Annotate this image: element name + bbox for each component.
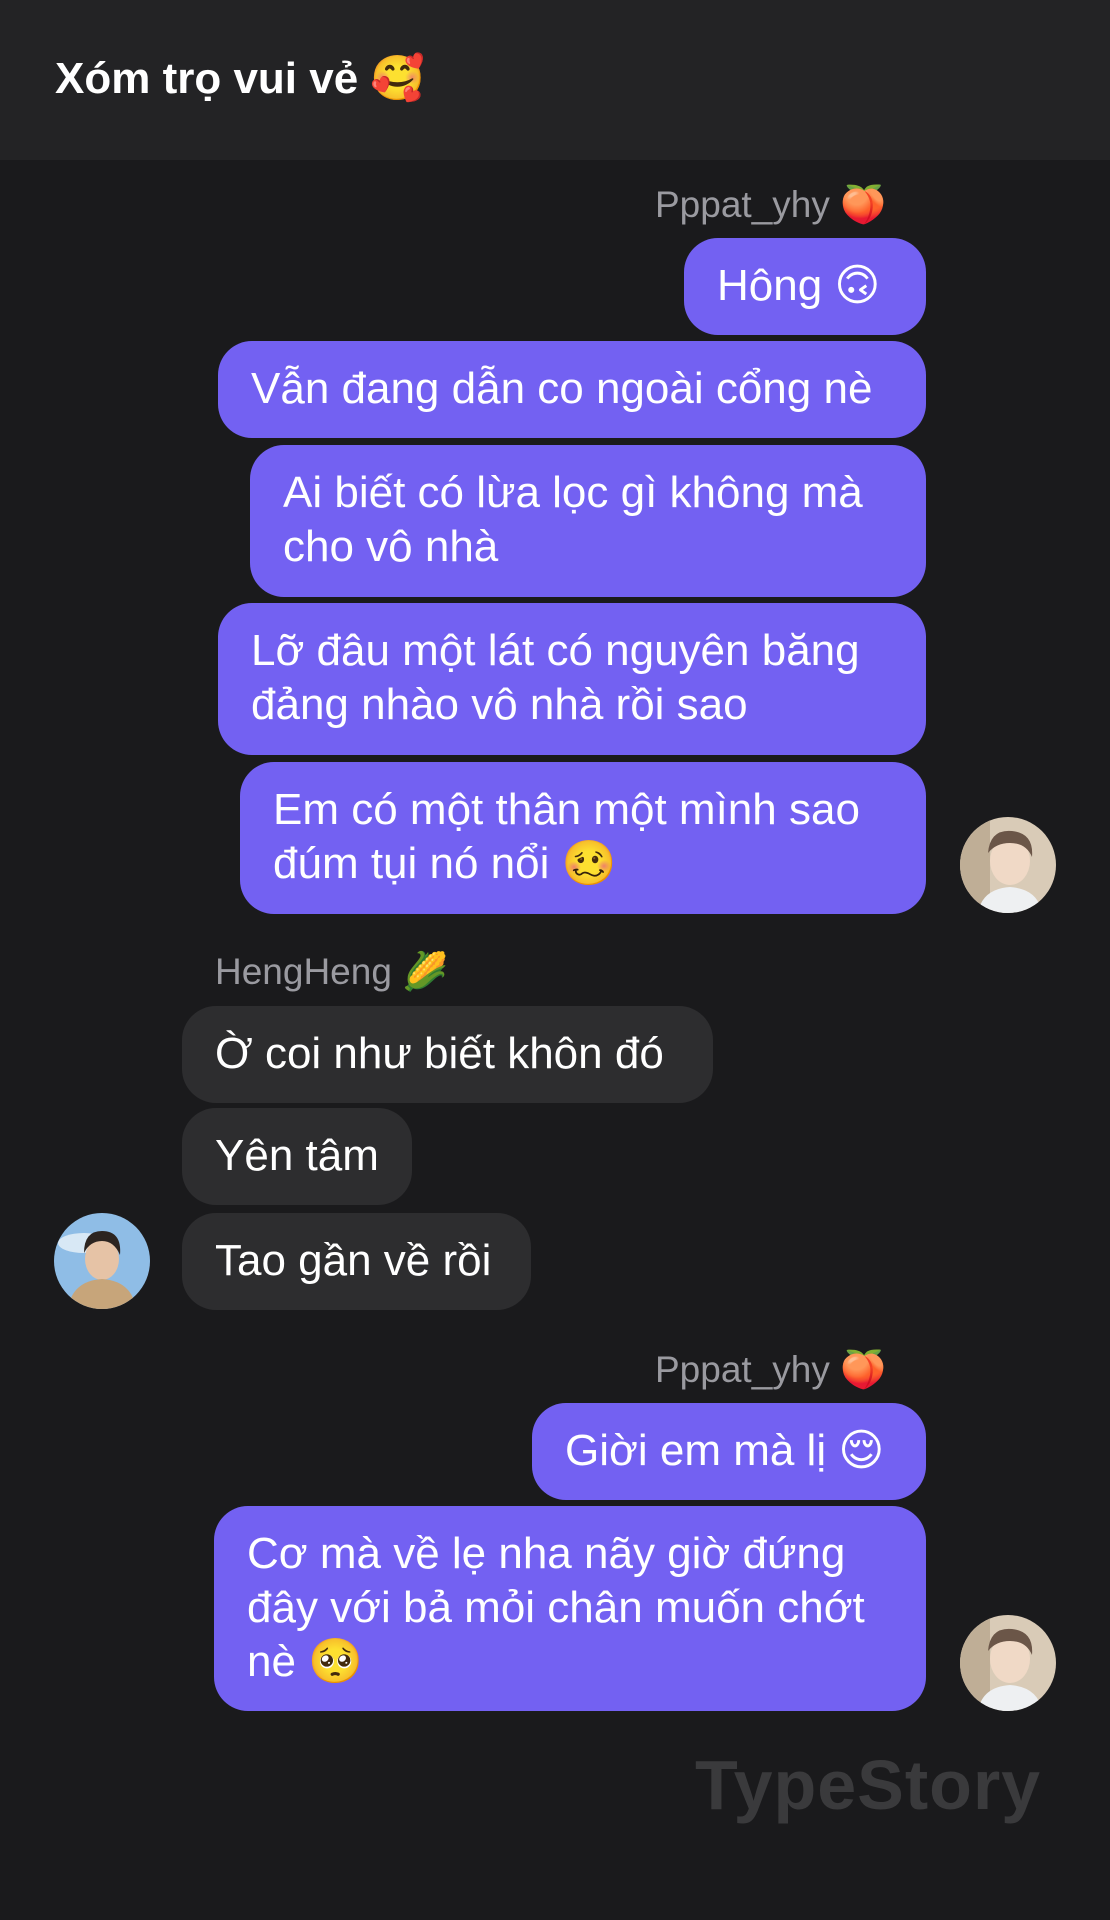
upside-down-face-icon: 🙃	[834, 260, 881, 311]
group-name: Xóm trọ vui vẻ	[55, 54, 359, 103]
message-bubble[interactable]: Lỡ đâu một lát có nguyên băng đảng nhào …	[218, 603, 926, 755]
relieved-face-icon: 😌	[838, 1425, 885, 1476]
message-bubble[interactable]: Ờ coi như biết khôn đó	[182, 1006, 713, 1103]
message-bubble[interactable]: Giời em mà lị 😌	[532, 1403, 926, 1500]
message-bubble[interactable]: Ai biết có lừa lọc gì không mà cho vô nh…	[250, 445, 926, 597]
chat-header: Xóm trọ vui vẻ 🥰	[0, 0, 1110, 160]
peach-icon: 🍑	[840, 1348, 887, 1391]
message-bubble[interactable]: Vẫn đang dẫn co ngoài cổng nè	[218, 341, 926, 438]
pleading-face-icon: 🥺	[308, 1636, 363, 1687]
avatar[interactable]	[960, 817, 1056, 913]
corn-icon: 🌽	[402, 950, 449, 993]
message-bubble[interactable]: Yên tâm	[182, 1108, 412, 1205]
avatar[interactable]	[54, 1213, 150, 1309]
woozy-face-icon: 🥴	[561, 838, 617, 889]
sender-name: Pppat_yhy 🍑	[655, 1348, 887, 1391]
message-bubble[interactable]: Tao gần về rồi	[182, 1213, 531, 1310]
avatar[interactable]	[960, 1615, 1056, 1711]
message-bubble[interactable]: Cơ mà về lẹ nha nãy giờ đứng đây với bả …	[214, 1506, 926, 1711]
sender-name: Pppat_yhy 🍑	[655, 183, 887, 226]
group-title[interactable]: Xóm trọ vui vẻ 🥰	[55, 52, 425, 104]
watermark: TypeStory	[695, 1746, 1042, 1824]
sender-name: HengHeng 🌽	[215, 950, 449, 993]
message-bubble[interactable]: Hông 🙃	[684, 238, 926, 335]
message-bubble[interactable]: Em có một thân một mình sao đúm tụi nó n…	[240, 762, 926, 914]
peach-icon: 🍑	[840, 183, 887, 226]
smiling-face-hearts-icon: 🥰	[370, 53, 426, 104]
